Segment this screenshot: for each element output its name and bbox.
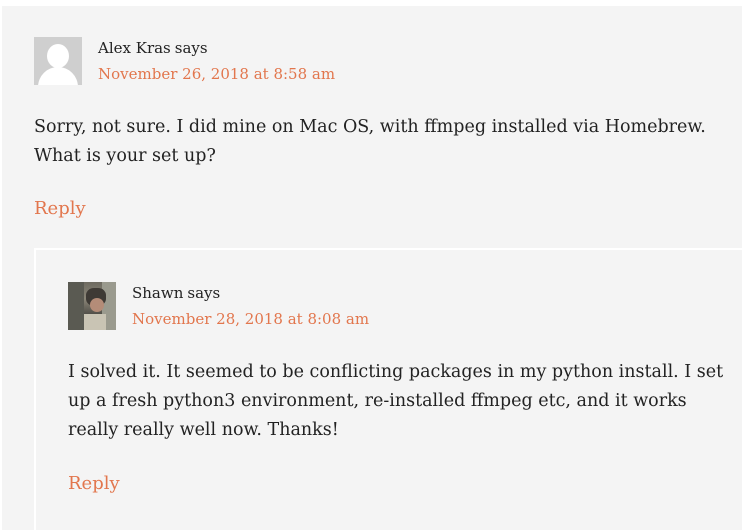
comment-text-line: What is your set up? [34,146,216,166]
reply-link[interactable]: Reply [34,197,86,221]
comment-text-line: Sorry, not sure. I did mine on Mac OS, w… [34,117,706,137]
comment-text-line: really really well now. Thanks! [68,420,339,440]
comment-text: Sorry, not sure. I did mine on Mac OS, w… [34,113,706,171]
reply-link[interactable]: Reply [68,472,120,496]
comment-date-link[interactable]: November 28, 2018 at 8:08 am [132,309,369,329]
author-name: Shawn [132,284,184,302]
comment-date-link[interactable]: November 26, 2018 at 8:58 am [98,64,335,84]
photo-avatar [68,282,116,330]
comment-author-block: Shawn says November 28, 2018 at 8:08 am [132,283,369,329]
comment-shawn: Shawn says November 28, 2018 at 8:08 am I… [34,248,742,530]
comment-text: I solved it. It seemed to be conflicting… [68,358,723,445]
comment-meta: Shawn says November 28, 2018 at 8:08 am [68,282,369,330]
comment-text-line: I solved it. It seemed to be conflicting… [68,362,724,382]
comment-text-line: up a fresh python3 environment, re-insta… [68,391,687,411]
says-label: says [187,284,221,302]
says-label: says [174,39,208,57]
comments-section: Alex Kras says November 26, 2018 at 8:58 … [0,0,742,530]
comment-meta: Alex Kras says November 26, 2018 at 8:58 … [34,37,335,85]
default-user-avatar-icon [34,37,82,85]
author-name: Alex Kras [98,39,171,57]
comment-author: Shawn says [132,283,369,303]
comment-author-block: Alex Kras says November 26, 2018 at 8:58 … [98,38,335,84]
comment-author: Alex Kras says [98,38,335,58]
